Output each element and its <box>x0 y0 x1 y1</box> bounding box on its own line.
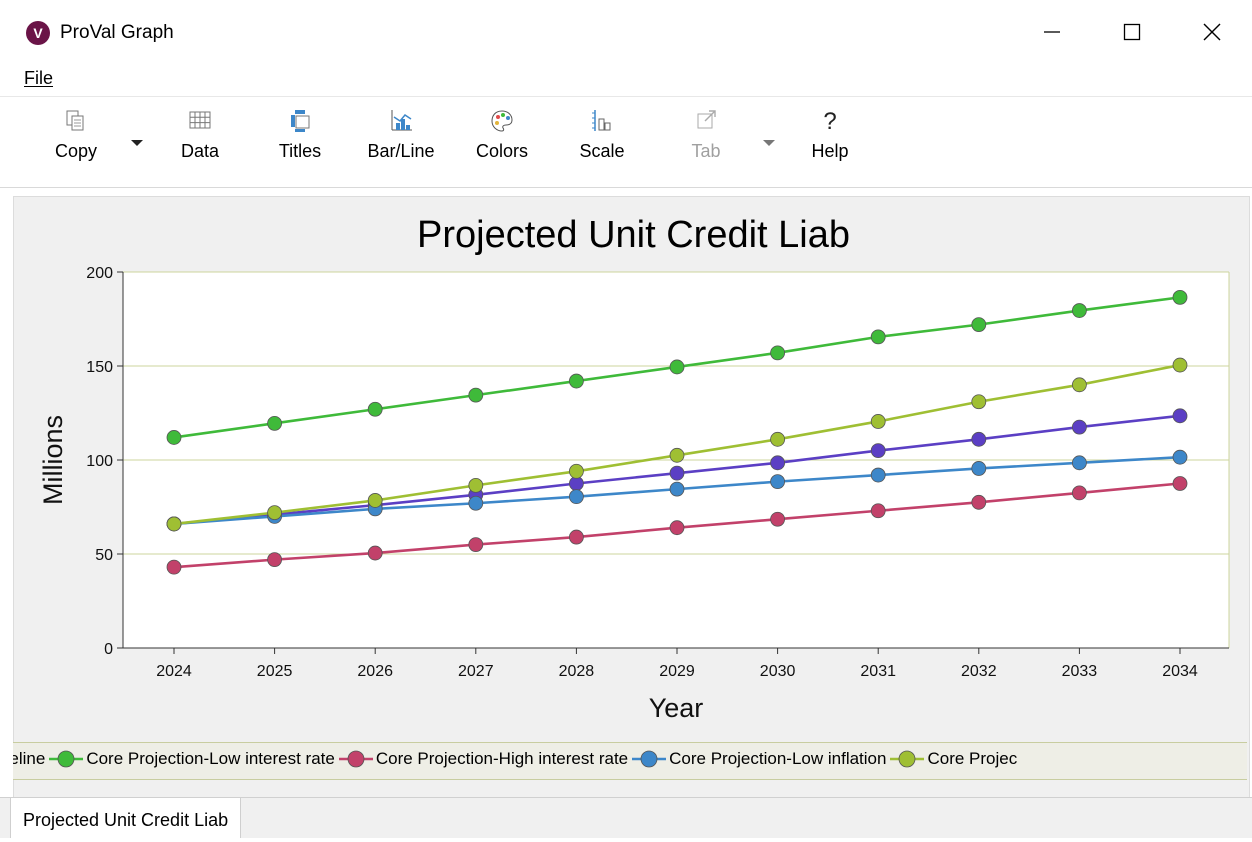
data-point <box>1172 289 1188 305</box>
y-tick-label: 150 <box>86 359 113 376</box>
legend-item: Core Projection-Low inflation <box>632 749 886 769</box>
data-point <box>669 447 685 463</box>
data-point <box>468 387 484 403</box>
y-tick-label: 200 <box>86 265 113 282</box>
data-point <box>1172 476 1188 491</box>
data-point <box>870 329 886 345</box>
x-tick-label: 2028 <box>559 663 595 680</box>
data-point <box>669 520 685 536</box>
data-point <box>367 401 383 417</box>
data-point <box>1072 455 1087 471</box>
data-point <box>669 359 685 375</box>
data-point <box>870 503 886 519</box>
legend-marker <box>632 750 667 768</box>
x-tick-label: 2030 <box>760 663 796 680</box>
legend-label: Core Projec <box>927 749 1018 768</box>
legend-item: n-Baseline <box>13 749 45 769</box>
data-point <box>1172 449 1188 465</box>
data-point <box>669 481 685 497</box>
data-point <box>770 511 785 527</box>
x-tick-label: 2031 <box>860 663 896 680</box>
data-point <box>367 493 383 508</box>
x-tick-label: 2025 <box>257 663 293 680</box>
data-point <box>971 494 987 510</box>
legend-label: Core Projection-Low inflation <box>669 749 887 768</box>
data-point <box>770 345 785 361</box>
x-tick-label: 2026 <box>357 663 393 680</box>
x-tick-label: 2033 <box>1062 663 1098 680</box>
y-tick-label: 100 <box>86 453 113 470</box>
data-point <box>267 505 283 521</box>
data-point <box>1072 303 1087 318</box>
legend-marker <box>49 750 84 768</box>
data-point <box>367 545 383 561</box>
data-point <box>569 463 584 479</box>
legend-item: Core Projec <box>890 749 1017 769</box>
legend-label: n-Baseline <box>13 749 46 768</box>
data-point <box>267 552 283 568</box>
data-point <box>468 495 484 511</box>
y-axis-title: Millions <box>38 415 68 505</box>
legend-item: Core Projection-Low interest rate <box>49 749 335 769</box>
y-tick-label: 50 <box>95 547 113 564</box>
data-point <box>166 430 182 445</box>
data-point <box>468 537 484 552</box>
data-point <box>1172 357 1188 373</box>
data-point <box>971 461 987 476</box>
data-point <box>267 415 283 431</box>
data-point <box>569 373 584 389</box>
legend-marker <box>338 750 373 768</box>
legend-items: n-Baseline Core Projection-Low interest r… <box>13 749 1021 769</box>
x-tick-label: 2034 <box>1162 663 1198 680</box>
line-chart: 0 50 100 150 200 2024 2025 2026 2027 2028 2029 2030… <box>38 265 1230 723</box>
x-tick-label: 2029 <box>659 663 695 680</box>
data-point <box>971 317 987 333</box>
x-tick-label: 2027 <box>458 663 494 680</box>
data-point <box>569 489 584 505</box>
data-point <box>971 431 987 447</box>
data-point <box>669 465 685 481</box>
x-axis-title: Year <box>649 693 704 723</box>
data-point <box>569 529 584 545</box>
data-point <box>1072 377 1087 393</box>
data-point <box>166 516 182 532</box>
proval-graph-window: V ProVal Graph File Copy Data Titles Bar… <box>0 0 1252 838</box>
data-point <box>770 455 785 471</box>
legend-item: Core Projection-High interest rate <box>338 749 629 769</box>
x-tick-label: 2024 <box>156 663 192 680</box>
data-point <box>971 394 987 410</box>
legend-label: Core Projection-Low interest rate <box>86 749 335 768</box>
tab-projected-unit-credit-liab[interactable]: Projected Unit Credit Liab <box>10 798 242 838</box>
data-point <box>166 559 182 575</box>
data-point <box>1172 408 1188 424</box>
data-point <box>770 474 785 490</box>
data-point <box>1072 485 1087 501</box>
data-point <box>468 477 484 493</box>
chart-legend[interactable]: n-Baseline Core Projection-Low interest r… <box>13 742 1247 780</box>
x-tick-label: 2032 <box>961 663 997 680</box>
data-point <box>870 414 886 429</box>
data-point <box>1072 419 1087 435</box>
data-point <box>770 431 785 447</box>
chart-tab-strip: Projected Unit Credit Liab <box>0 797 1252 838</box>
data-point <box>870 443 886 459</box>
legend-marker <box>890 750 925 768</box>
y-tick-label: 0 <box>104 641 113 658</box>
data-point <box>870 467 886 483</box>
legend-label: Core Projection-High interest rate <box>375 749 629 768</box>
